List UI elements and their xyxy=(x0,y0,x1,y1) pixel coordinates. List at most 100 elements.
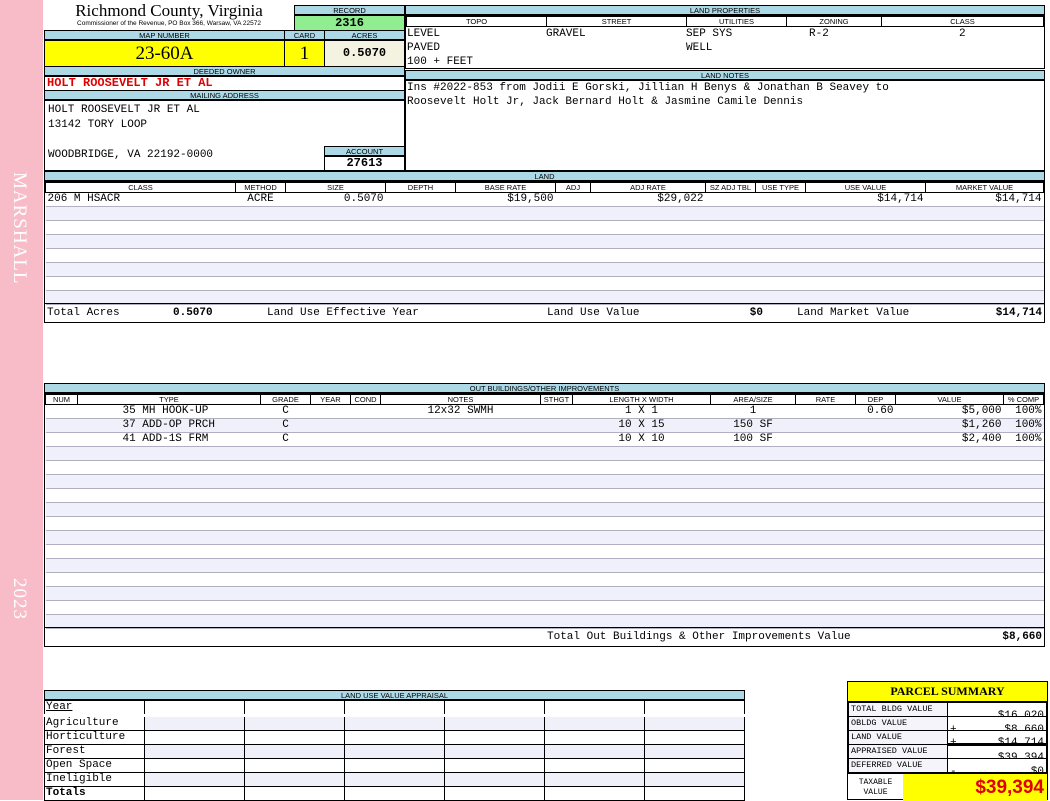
outbuilding-cell xyxy=(855,418,896,433)
outbuilding-cell xyxy=(895,558,1004,573)
land-col-header: ADJ xyxy=(555,182,591,193)
land-row xyxy=(45,206,1044,221)
outbuilding-cell xyxy=(855,558,896,573)
outbuilding-cell xyxy=(795,474,856,489)
outbuilding-cell xyxy=(45,558,78,573)
outbuilding-row xyxy=(45,572,1044,587)
outbuilding-cell xyxy=(572,544,711,559)
outbuilding-cell: 100% xyxy=(1003,432,1044,447)
outbuilding-cell: 10 X 15 xyxy=(572,418,711,433)
land-use-cell xyxy=(144,715,245,731)
outbuilding-cell xyxy=(1003,446,1044,461)
summary-label: TOTAL BLDG VALUE xyxy=(848,702,948,717)
summary-label: DEFERRED VALUE xyxy=(848,758,948,773)
title-block: Richmond County, Virginia Commissioner o… xyxy=(45,2,293,28)
outbuilding-cell xyxy=(855,474,896,489)
outbuilding-cell xyxy=(572,558,711,573)
land-cell xyxy=(285,276,386,291)
outbuilding-cell xyxy=(795,530,856,545)
land-cell xyxy=(455,206,556,221)
topo-value: LEVEL xyxy=(407,28,441,40)
land-table: CLASS METHOD SIZE DEPTH BASE RATE ADJ ADJ RATE… xyxy=(44,181,1045,323)
outbuilding-cell xyxy=(855,516,896,531)
outbuilding-cell: 10 X 10 xyxy=(572,432,711,447)
land-cell xyxy=(455,234,556,249)
land-use-label: Ineligible xyxy=(44,772,145,787)
outbuilding-col-header: YEAR xyxy=(310,394,351,405)
outbuilding-cell xyxy=(77,558,261,573)
summary-label: OBLDG VALUE xyxy=(848,716,948,731)
land-use-cell xyxy=(644,758,745,773)
outbuilding-cell xyxy=(795,516,856,531)
outbuilding-cell xyxy=(260,558,311,573)
outbuilding-cell xyxy=(350,558,381,573)
outbuilding-cell xyxy=(895,586,1004,601)
land-use-cell xyxy=(644,772,745,787)
land-cell xyxy=(285,234,386,249)
outbuilding-cell xyxy=(855,460,896,475)
land-cell xyxy=(705,220,756,235)
outbuilding-cell xyxy=(1003,544,1044,559)
land-use-cell xyxy=(444,730,545,745)
land-cell xyxy=(385,262,456,277)
land-cell xyxy=(755,276,806,291)
outbuilding-cell xyxy=(310,544,351,559)
land-col-header: MARKET VALUE xyxy=(925,182,1044,193)
acres-label: ACRES xyxy=(324,30,405,40)
land-use-cell xyxy=(644,730,745,745)
mailing-line: HOLT ROOSEVELT JR ET AL xyxy=(48,104,200,116)
outbuilding-cell xyxy=(45,418,78,433)
summary-row: TOTAL BLDG VALUE $16,020 xyxy=(848,702,1047,717)
land-cell xyxy=(805,206,926,221)
outbuilding-cell xyxy=(572,502,711,517)
land-column-headers: CLASS METHOD SIZE DEPTH BASE RATE ADJ ADJ RATE… xyxy=(45,182,1044,193)
land-use-label: Year xyxy=(44,700,145,716)
outbuilding-cell xyxy=(260,502,311,517)
outbuilding-cell xyxy=(380,446,541,461)
outbuilding-cell xyxy=(795,586,856,601)
outbuilding-cell xyxy=(1003,586,1044,601)
outbuilding-cell xyxy=(380,516,541,531)
outbuilding-cell xyxy=(1003,474,1044,489)
map-number-label: MAP NUMBER xyxy=(44,30,285,40)
outbuilding-cell xyxy=(350,446,381,461)
land-use-row: Totals xyxy=(44,786,745,801)
col-class: CLASS xyxy=(881,16,1044,27)
outbuilding-cell xyxy=(855,446,896,461)
outbuilding-cell xyxy=(77,544,261,559)
land-use-cell xyxy=(244,744,345,759)
summary-value-cell: $39,394 xyxy=(947,743,1047,759)
outbuilding-cell xyxy=(77,460,261,475)
land-properties: TOPO STREET UTILITIES ZONING CLASS LEVEL… xyxy=(405,15,1045,69)
outbuilding-cell xyxy=(380,474,541,489)
land-use-cell xyxy=(444,772,545,787)
outbuilding-cell xyxy=(855,600,896,615)
land-cell: $19,500 xyxy=(455,192,556,207)
outbuilding-col-header: NUM xyxy=(45,394,78,405)
outbuilding-cell xyxy=(380,586,541,601)
land-cell xyxy=(925,276,1044,291)
mailing-address-label: MAILING ADDRESS xyxy=(44,90,405,100)
outbuilding-cell xyxy=(540,404,573,419)
outbuilding-cell xyxy=(710,516,796,531)
land-use-cell xyxy=(344,744,445,759)
land-cell xyxy=(555,220,591,235)
land-note-line: Roosevelt Holt Jr, Jack Bernard Holt & J… xyxy=(407,96,804,108)
land-cell xyxy=(555,206,591,221)
deeded-owner: HOLT ROOSEVELT JR ET AL xyxy=(44,76,405,91)
outbuilding-row xyxy=(45,558,1044,573)
land-use-cell xyxy=(244,772,345,787)
outbuilding-col-header: LENGTH X WIDTH xyxy=(572,394,711,405)
outbuilding-cell xyxy=(45,600,78,615)
outbuilding-cell xyxy=(572,530,711,545)
outbuilding-row xyxy=(45,586,1044,601)
outbuilding-cell: 100 SF xyxy=(710,432,796,447)
land-use-cell xyxy=(344,730,445,745)
account-number: 27613 xyxy=(324,156,405,171)
land-use-cell xyxy=(644,715,745,731)
land-row: 206 M HSACR ACRE 0.5070 $19,500 $29,022 $14,7… xyxy=(45,192,1044,207)
land-use-cell xyxy=(544,730,645,745)
outbuilding-cell xyxy=(350,432,381,447)
land-cell xyxy=(385,220,456,235)
land-use-cell xyxy=(544,772,645,787)
